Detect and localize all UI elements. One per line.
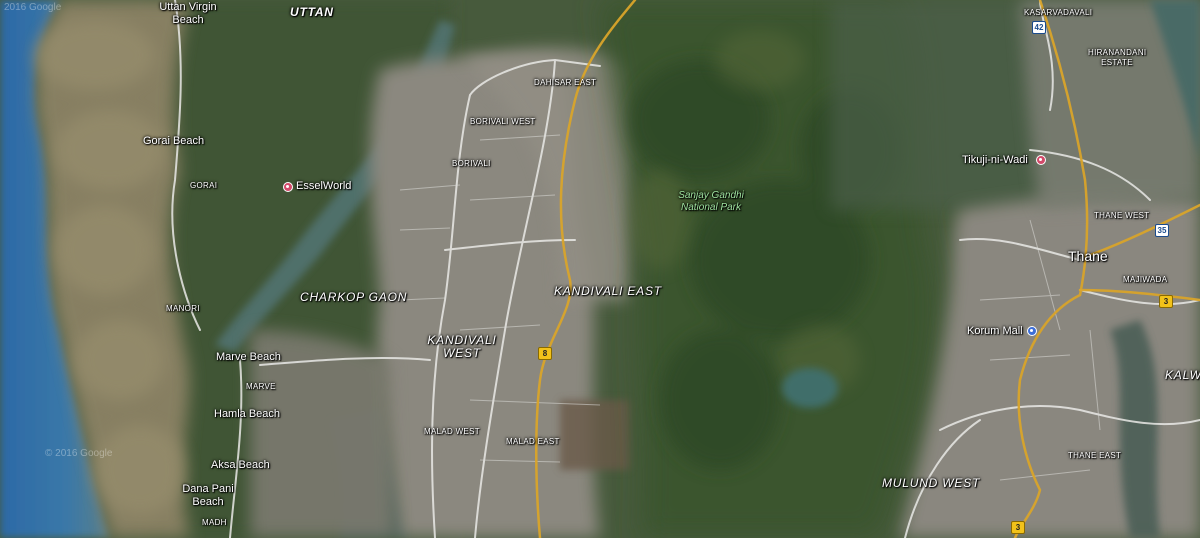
map-label-hamla-beach[interactable]: Hamla Beach xyxy=(214,409,280,420)
map-label-malad-east[interactable]: MALAD EAST xyxy=(506,438,560,446)
highway-shield-3[interactable]: 3 xyxy=(1011,521,1025,534)
amusement-park-icon[interactable] xyxy=(1036,155,1046,165)
satellite-map[interactable]: 2016 Google © 2016 Google UTTAN Uttan Vi… xyxy=(0,0,1200,538)
map-label-line: Beach xyxy=(172,14,204,26)
google-watermark: © 2016 Google xyxy=(45,448,113,459)
map-label-majiwada[interactable]: MAJIWADA xyxy=(1123,276,1167,284)
map-label-borivali-west[interactable]: BORIVALI WEST xyxy=(470,118,536,126)
map-label-line: HIRANANDANI xyxy=(1088,48,1147,57)
map-label-gorai[interactable]: GORAI xyxy=(190,182,217,190)
map-label-thane-east[interactable]: THANE EAST xyxy=(1068,452,1121,460)
map-label-uttan[interactable]: UTTAN xyxy=(290,6,334,18)
map-label-line: WEST xyxy=(443,346,481,360)
map-label-line: National Park xyxy=(680,202,742,213)
map-label-marve-beach[interactable]: Marve Beach xyxy=(216,352,281,363)
map-label-manori[interactable]: MANORI xyxy=(166,305,200,313)
map-label-malad-west[interactable]: MALAD WEST xyxy=(424,428,480,436)
map-label-tikuji-ni-wadi[interactable]: Tikuji-ni-Wadi xyxy=(962,155,1028,166)
amusement-park-icon[interactable] xyxy=(283,182,293,192)
map-label-line: Uttan Virgin xyxy=(159,1,217,13)
map-label-line: Beach xyxy=(192,496,224,508)
map-label-madh[interactable]: MADH xyxy=(202,519,227,527)
map-label-hiranandani-estate[interactable]: HIRANANDANI ESTATE xyxy=(1088,48,1146,68)
map-label-line: ESTATE xyxy=(1101,58,1133,67)
map-label-mulund-west[interactable]: MULUND WEST xyxy=(882,477,980,489)
map-label-thane-west[interactable]: THANE WEST xyxy=(1094,212,1149,220)
map-label-dahisar-east[interactable]: DAHISAR EAST xyxy=(534,79,596,87)
highway-shield-42[interactable]: 42 xyxy=(1032,21,1046,34)
map-label-kasarvadavali[interactable]: KASARVADAVALI xyxy=(1024,9,1092,17)
map-label-sanjay-gandhi-national-park[interactable]: Sanjay Gandhi National Park xyxy=(660,190,762,214)
map-label-dana-pani-beach[interactable]: Dana Pani Beach xyxy=(180,483,236,509)
map-label-charkop-gaon[interactable]: CHARKOP GAON xyxy=(300,291,407,303)
map-label-gorai-beach[interactable]: Gorai Beach xyxy=(143,136,204,147)
highway-shield-8[interactable]: 8 xyxy=(538,347,552,360)
map-label-esselworld[interactable]: EsselWorld xyxy=(296,181,351,192)
map-label-marve[interactable]: MARVE xyxy=(246,383,276,391)
map-label-borivali[interactable]: BORIVALI xyxy=(452,160,491,168)
map-label-thane[interactable]: Thane xyxy=(1068,249,1108,263)
satellite-terrain xyxy=(0,0,1200,538)
map-label-korum-mall[interactable]: Korum Mall xyxy=(967,326,1023,337)
shopping-icon[interactable] xyxy=(1027,326,1037,336)
google-watermark: 2016 Google xyxy=(4,2,62,13)
map-label-line: KANDIVALI xyxy=(427,333,497,347)
map-label-aksa-beach[interactable]: Aksa Beach xyxy=(211,460,270,471)
map-label-kandivali-east[interactable]: KANDIVALI EAST xyxy=(554,285,662,297)
map-label-uttan-virgin-beach[interactable]: Uttan Virgin Beach xyxy=(157,1,219,27)
map-label-line: Sanjay Gandhi xyxy=(678,190,744,201)
highway-shield-3[interactable]: 3 xyxy=(1159,295,1173,308)
map-label-kandivali-west[interactable]: KANDIVALI WEST xyxy=(424,334,500,360)
highway-shield-35[interactable]: 35 xyxy=(1155,224,1169,237)
map-label-kalwa[interactable]: KALWA xyxy=(1165,369,1200,381)
map-label-line: Dana Pani xyxy=(182,483,234,495)
